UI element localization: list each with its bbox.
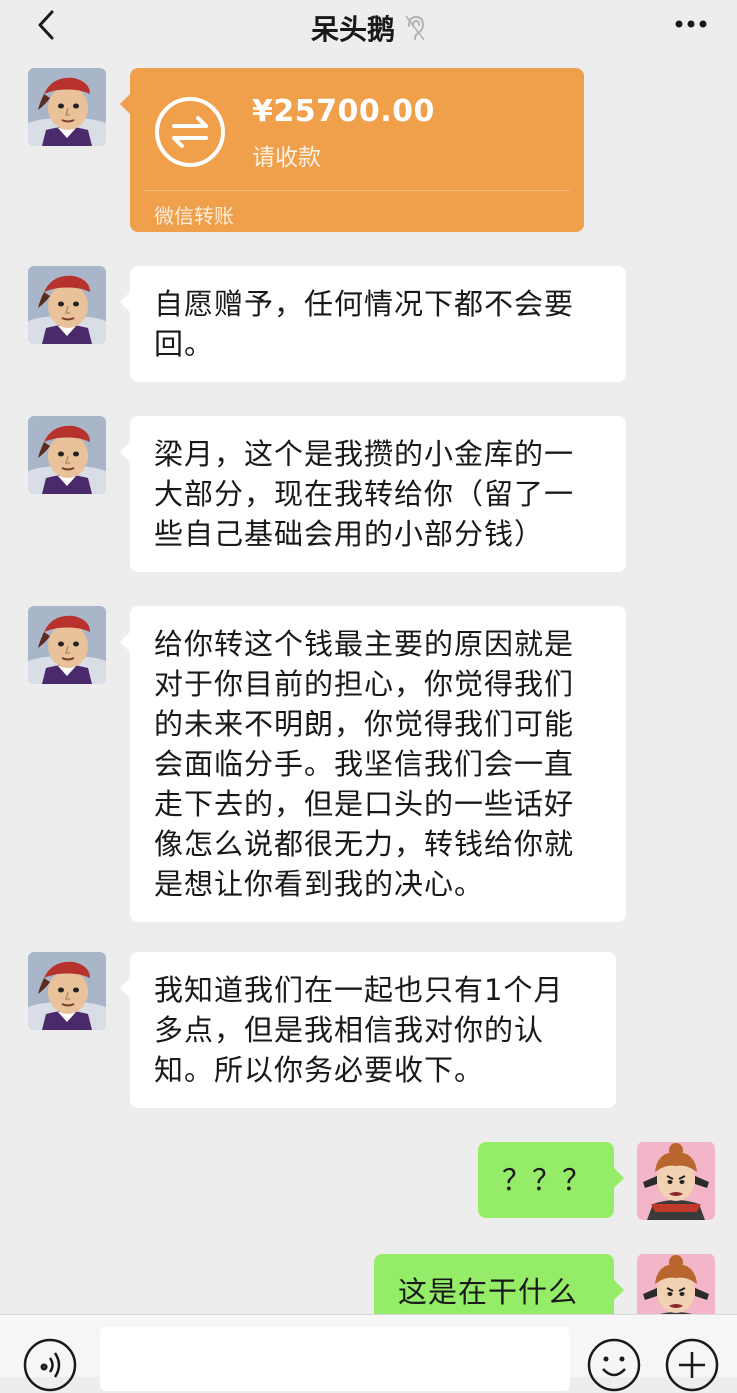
message-bubble[interactable]: 我知道我们在一起也只有1个月多点，但是我相信我对你的认知。所以你务必要收下。 bbox=[120, 952, 616, 1108]
message-bubble[interactable]: 给你转这个钱最主要的原因就是对于你目前的担心，你觉得我们的未来不明朗，你觉得我们… bbox=[120, 606, 626, 922]
transfer-arrows-icon bbox=[155, 97, 225, 167]
message-input[interactable] bbox=[100, 1327, 570, 1391]
message-text: ？？？ bbox=[502, 1163, 593, 1197]
message-text: 梁月，这个是我攒的小金库的一大部分，现在我转给你（留了一些自己基础会用的小部分钱… bbox=[154, 437, 575, 551]
transfer-note: 请收款 bbox=[252, 145, 321, 171]
message-bubble[interactable]: 梁月，这个是我攒的小金库的一大部分，现在我转给你（留了一些自己基础会用的小部分钱… bbox=[120, 416, 626, 572]
chat-title: 呆头鹅 bbox=[310, 13, 395, 46]
contact-avatar[interactable] bbox=[28, 952, 106, 1030]
message-text: 我知道我们在一起也只有1个月多点，但是我相信我对你的认知。所以你务必要收下。 bbox=[154, 973, 564, 1087]
voice-icon[interactable] bbox=[22, 1337, 78, 1393]
ear-icon bbox=[405, 15, 425, 41]
transfer-divider bbox=[144, 190, 570, 191]
title-area: 呆头鹅 bbox=[0, 8, 737, 48]
message-text: 自愿赠予，任何情况下都不会要回。 bbox=[154, 287, 575, 361]
contact-avatar[interactable] bbox=[28, 266, 106, 344]
input-bar bbox=[0, 1314, 737, 1392]
contact-avatar[interactable] bbox=[28, 606, 106, 684]
contact-avatar[interactable] bbox=[28, 416, 106, 494]
chat-header: 呆头鹅 bbox=[0, 0, 737, 58]
emoji-icon[interactable] bbox=[586, 1337, 642, 1393]
message-bubble[interactable]: 自愿赠予，任何情况下都不会要回。 bbox=[120, 266, 626, 382]
transfer-footer: 微信转账 bbox=[154, 204, 234, 228]
message-bubble[interactable]: ？？？ bbox=[478, 1142, 624, 1218]
transfer-card[interactable]: ¥25700.00 请收款 微信转账 bbox=[120, 68, 584, 232]
message-text: 这是在干什么 bbox=[398, 1275, 579, 1309]
plus-icon[interactable] bbox=[664, 1337, 720, 1393]
my-avatar[interactable] bbox=[637, 1142, 715, 1220]
more-dots-icon[interactable] bbox=[671, 12, 711, 36]
message-text: 给你转这个钱最主要的原因就是对于你目前的担心，你觉得我们的未来不明朗，你觉得我们… bbox=[154, 627, 575, 901]
contact-avatar[interactable] bbox=[28, 68, 106, 146]
transfer-amount: ¥25700.00 bbox=[252, 94, 435, 129]
